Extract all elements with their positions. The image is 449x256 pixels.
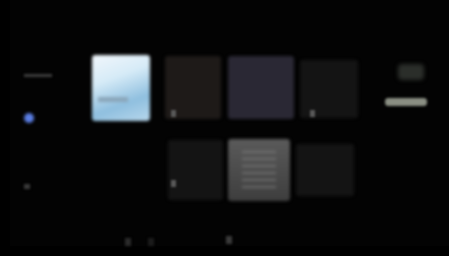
circle-icon bbox=[24, 113, 34, 123]
sidebar-bar-icon bbox=[24, 74, 52, 77]
tv-screen bbox=[0, 0, 449, 256]
bottom-mark-2 bbox=[148, 238, 154, 246]
bottom-mark-3 bbox=[226, 236, 232, 244]
tile-document[interactable] bbox=[228, 139, 290, 201]
sidebar-item-3[interactable] bbox=[10, 175, 80, 203]
header-title bbox=[32, 31, 76, 41]
right-panel-icon bbox=[398, 64, 424, 80]
small-rect-icon bbox=[171, 180, 176, 187]
bottom-bezel bbox=[0, 246, 449, 256]
tile-dark[interactable] bbox=[300, 60, 358, 118]
small-rect-icon bbox=[24, 184, 30, 189]
tile-dark-2[interactable] bbox=[296, 144, 354, 196]
tile-dark-1[interactable] bbox=[168, 140, 223, 200]
bottom-mark-1 bbox=[125, 238, 131, 246]
small-rect-icon bbox=[310, 110, 315, 117]
document-lines-icon bbox=[242, 151, 276, 191]
left-bezel bbox=[0, 0, 10, 256]
small-rect-icon bbox=[171, 110, 176, 117]
sidebar bbox=[10, 50, 80, 215]
sidebar-item-1[interactable] bbox=[10, 61, 80, 89]
tile-light[interactable] bbox=[92, 55, 150, 121]
right-panel-button[interactable] bbox=[385, 98, 427, 106]
sidebar-item-active[interactable] bbox=[10, 106, 80, 134]
tile-purple[interactable] bbox=[228, 56, 294, 119]
